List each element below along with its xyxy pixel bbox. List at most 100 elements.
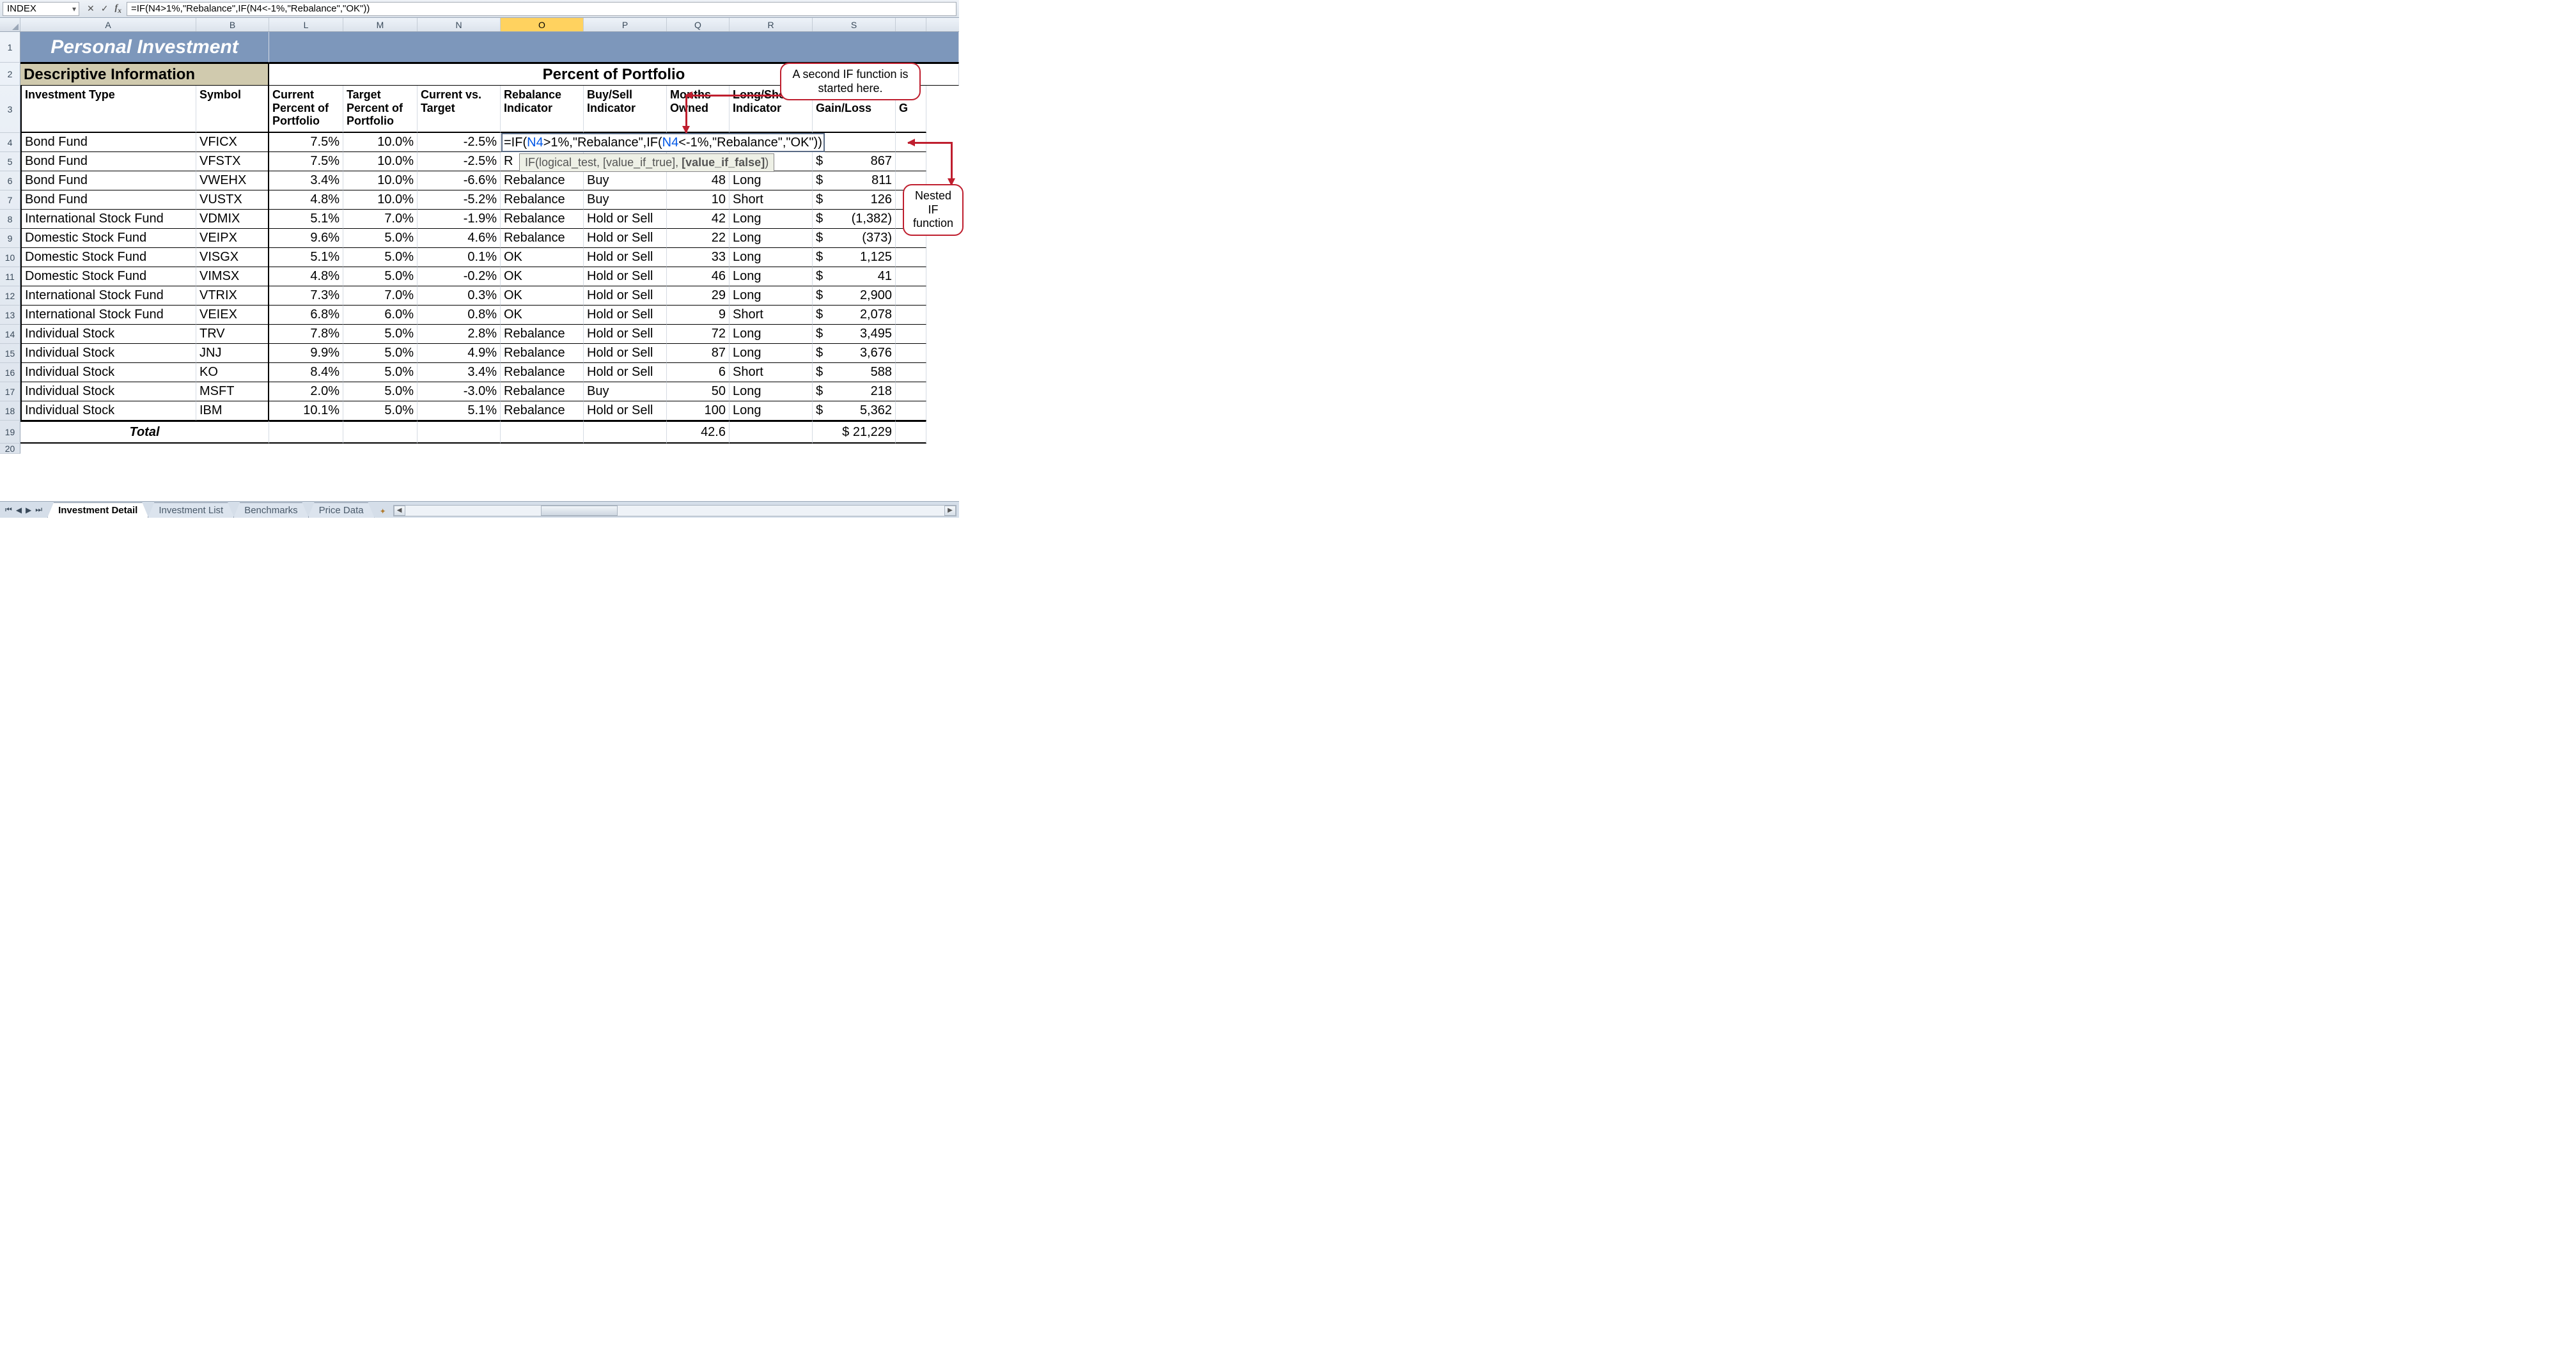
cell-r8-m[interactable]: 7.0% [343, 210, 418, 229]
cell-r12-q[interactable]: 29 [667, 286, 730, 306]
cell-r11-n[interactable]: -0.2% [418, 267, 501, 286]
cell-r11-p[interactable]: Hold or Sell [584, 267, 667, 286]
cell-r18-s[interactable]: $5,362 [813, 401, 896, 421]
horizontal-scrollbar[interactable]: ◀ ▶ [393, 505, 956, 516]
column-header-B[interactable]: B [196, 18, 269, 31]
cell-r7-b[interactable]: VUSTX [196, 190, 269, 210]
cell-r15-p[interactable]: Hold or Sell [584, 344, 667, 363]
cell-r16-t[interactable] [896, 363, 926, 382]
cell-r16-q[interactable]: 6 [667, 363, 730, 382]
cell-r8-r[interactable]: Long [730, 210, 813, 229]
cell-r16-m[interactable]: 5.0% [343, 363, 418, 382]
cell-r6-s[interactable]: $811 [813, 171, 896, 190]
colhdr-q[interactable]: Months Owned [667, 86, 730, 133]
cell-r18-o[interactable]: Rebalance [501, 401, 584, 421]
cell-r14-l[interactable]: 7.8% [269, 325, 343, 344]
cell-r15-o[interactable]: Rebalance [501, 344, 584, 363]
cell-r10-t[interactable] [896, 248, 926, 267]
cell-r14-o[interactable]: Rebalance [501, 325, 584, 344]
colhdr-p[interactable]: Buy/Sell Indicator [584, 86, 667, 133]
cell-r13-p[interactable]: Hold or Sell [584, 306, 667, 325]
cell-r12-r[interactable]: Long [730, 286, 813, 306]
cell-r14-s[interactable]: $3,495 [813, 325, 896, 344]
cell-r7-l[interactable]: 4.8% [269, 190, 343, 210]
row-header-15[interactable]: 15 [0, 344, 20, 363]
cell-r13-b[interactable]: VEIEX [196, 306, 269, 325]
sheet-tab-benchmarks[interactable]: Benchmarks [233, 502, 308, 518]
column-header-S[interactable]: S [813, 18, 896, 31]
cell-r5-m[interactable]: 10.0% [343, 152, 418, 171]
cell-r8-b[interactable]: VDMIX [196, 210, 269, 229]
cell-r13-t[interactable] [896, 306, 926, 325]
cell-r5-t[interactable] [896, 152, 926, 171]
cell-r17-n[interactable]: -3.0% [418, 382, 501, 401]
cell-r10-a[interactable]: Domestic Stock Fund [20, 248, 196, 267]
cell-r16-r[interactable]: Short [730, 363, 813, 382]
cell-r17-l[interactable]: 2.0% [269, 382, 343, 401]
row-header-2[interactable]: 2 [0, 63, 20, 86]
cell-r4-a[interactable]: Bond Fund [20, 133, 196, 152]
cell-r6-o[interactable]: Rebalance [501, 171, 584, 190]
colhdr-b[interactable]: Symbol [196, 86, 269, 133]
column-header-M[interactable]: M [343, 18, 418, 31]
column-header-O[interactable]: O [501, 18, 584, 31]
hscroll-right-icon[interactable]: ▶ [944, 506, 956, 516]
tab-nav-first-icon[interactable]: ⏮ [5, 505, 12, 515]
cell-r9-p[interactable]: Hold or Sell [584, 229, 667, 248]
column-header-N[interactable]: N [418, 18, 501, 31]
cell-r18-a[interactable]: Individual Stock [20, 401, 196, 421]
cell-r5-n[interactable]: -2.5% [418, 152, 501, 171]
cell-r10-m[interactable]: 5.0% [343, 248, 418, 267]
cell-r17-p[interactable]: Buy [584, 382, 667, 401]
cell-r7-q[interactable]: 10 [667, 190, 730, 210]
cell-r9-n[interactable]: 4.6% [418, 229, 501, 248]
cell-r14-p[interactable]: Hold or Sell [584, 325, 667, 344]
cell-r18-r[interactable]: Long [730, 401, 813, 421]
cell-r6-q[interactable]: 48 [667, 171, 730, 190]
cell-r9-s[interactable]: $(373) [813, 229, 896, 248]
cell-r4-n[interactable]: -2.5% [418, 133, 501, 152]
cell-r4-m[interactable]: 10.0% [343, 133, 418, 152]
insert-sheet-icon[interactable]: ✦ [375, 505, 391, 518]
cell-r9-o[interactable]: Rebalance [501, 229, 584, 248]
cell-r18-m[interactable]: 5.0% [343, 401, 418, 421]
cell-r13-a[interactable]: International Stock Fund [20, 306, 196, 325]
cell-r8-a[interactable]: International Stock Fund [20, 210, 196, 229]
cell-r13-r[interactable]: Short [730, 306, 813, 325]
column-header-P[interactable]: P [584, 18, 667, 31]
cell-r16-p[interactable]: Hold or Sell [584, 363, 667, 382]
cell-r7-s[interactable]: $126 [813, 190, 896, 210]
row-header-14[interactable]: 14 [0, 325, 20, 344]
cell-r16-s[interactable]: $588 [813, 363, 896, 382]
cell-r14-m[interactable]: 5.0% [343, 325, 418, 344]
cell-r16-a[interactable]: Individual Stock [20, 363, 196, 382]
cell-r15-t[interactable] [896, 344, 926, 363]
cell-r14-b[interactable]: TRV [196, 325, 269, 344]
select-all-corner[interactable] [0, 18, 20, 31]
cell-r7-a[interactable]: Bond Fund [20, 190, 196, 210]
column-header-R[interactable]: R [730, 18, 813, 31]
cell-r13-l[interactable]: 6.8% [269, 306, 343, 325]
tab-nav-last-icon[interactable]: ⏭ [35, 505, 42, 515]
row-header-12[interactable]: 12 [0, 286, 20, 306]
cell-r11-a[interactable]: Domestic Stock Fund [20, 267, 196, 286]
cell-r7-p[interactable]: Buy [584, 190, 667, 210]
cell-r18-l[interactable]: 10.1% [269, 401, 343, 421]
fx-icon[interactable]: fx [114, 3, 121, 15]
cell-r8-p[interactable]: Hold or Sell [584, 210, 667, 229]
cell-r14-r[interactable]: Long [730, 325, 813, 344]
row-header-10[interactable]: 10 [0, 248, 20, 267]
sheet-tab-investment-list[interactable]: Investment List [148, 502, 234, 518]
cell-r6-m[interactable]: 10.0% [343, 171, 418, 190]
cell-r5-s[interactable]: $867 [813, 152, 896, 171]
cell-r7-r[interactable]: Short [730, 190, 813, 210]
cell-r6-l[interactable]: 3.4% [269, 171, 343, 190]
cell-r11-m[interactable]: 5.0% [343, 267, 418, 286]
column-header-L[interactable]: L [269, 18, 343, 31]
name-box[interactable]: INDEX [3, 2, 79, 16]
cell-r13-o[interactable]: OK [501, 306, 584, 325]
colhdr-n[interactable]: Current vs. Target [418, 86, 501, 133]
row-header-18[interactable]: 18 [0, 401, 20, 421]
cell-r12-n[interactable]: 0.3% [418, 286, 501, 306]
sheet-tab-investment-detail[interactable]: Investment Detail [47, 502, 148, 518]
